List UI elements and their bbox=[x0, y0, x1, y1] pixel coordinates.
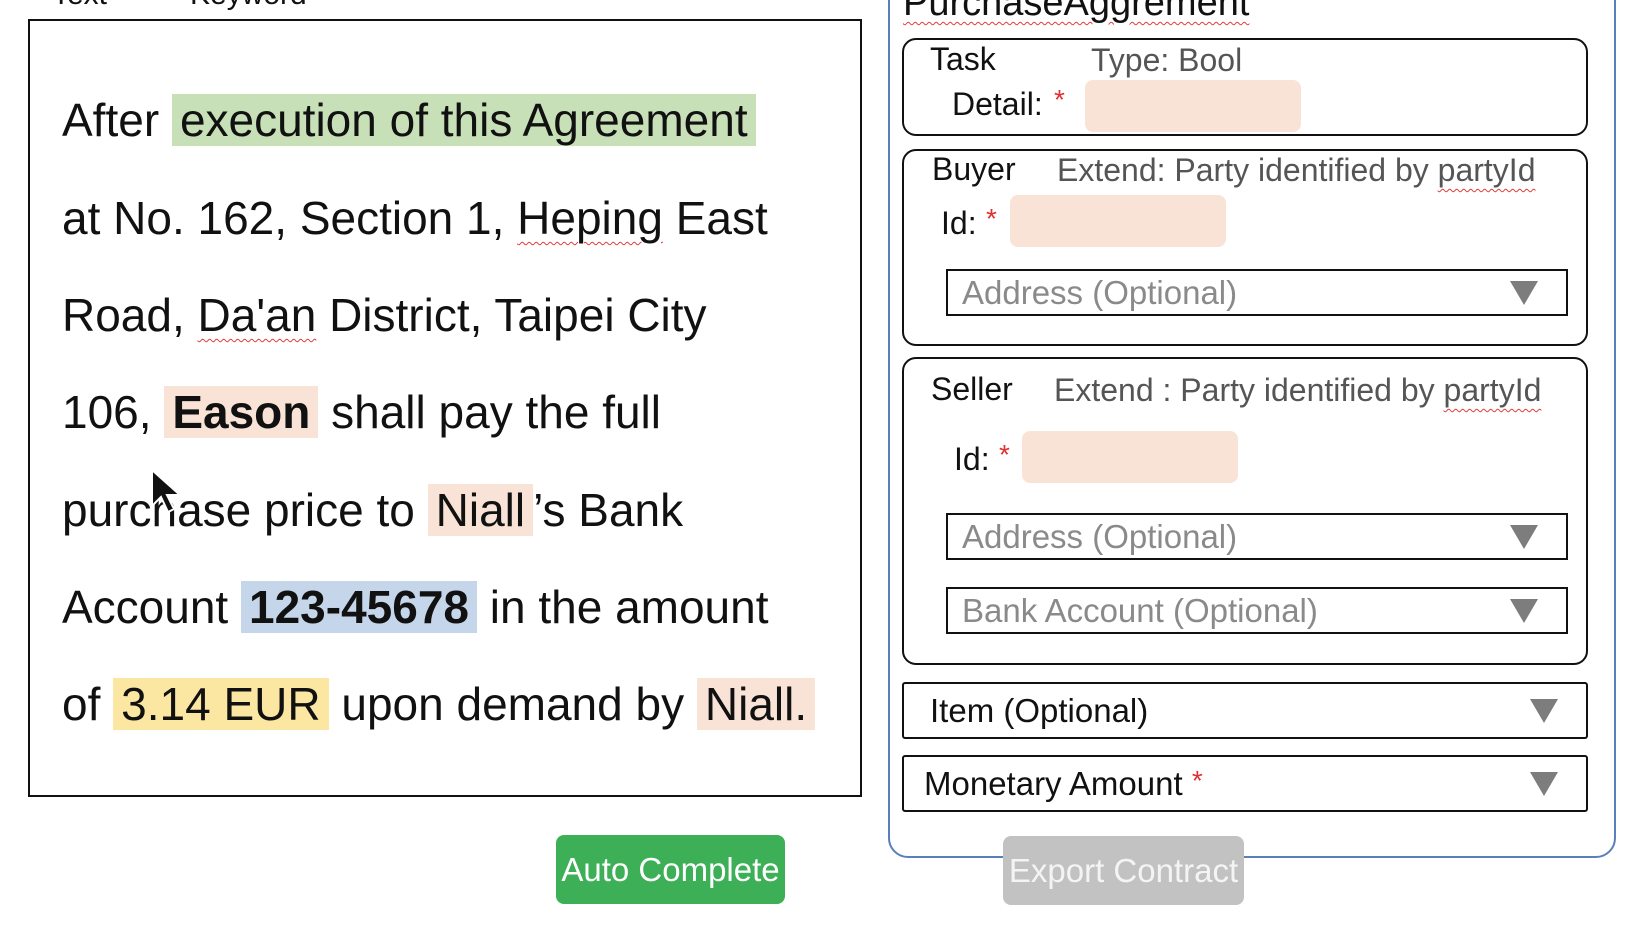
highlight-seller-2[interactable]: Niall. bbox=[696, 678, 816, 730]
required-marker: * bbox=[1191, 764, 1203, 796]
text-line-7: of 3.14 EUR upon demand by Niall. bbox=[62, 677, 816, 731]
buyer-id-label: Id: bbox=[941, 205, 977, 241]
chevron-down-icon bbox=[1510, 280, 1538, 305]
extend-keyword: partyId bbox=[1443, 372, 1542, 408]
text-segment: After bbox=[62, 94, 172, 146]
text-segment: Road, bbox=[62, 289, 198, 341]
text-segment: in the amount bbox=[476, 581, 769, 633]
monetary-amount-text: Monetary Amount bbox=[924, 764, 1183, 802]
auto-complete-button[interactable]: Auto Complete bbox=[556, 835, 785, 904]
monetary-amount-select[interactable]: Monetary Amount * bbox=[902, 755, 1588, 812]
text-segment: at No. 162, Section 1, bbox=[62, 192, 518, 244]
monetary-amount-label: Monetary Amount * bbox=[924, 765, 1203, 803]
keyword-column-label: Keyword bbox=[190, 0, 307, 12]
highlight-bank-account[interactable]: 123-45678 bbox=[241, 581, 477, 633]
buyer-label: Buyer bbox=[932, 151, 1016, 187]
mouse-cursor-icon bbox=[151, 468, 183, 514]
text-line-6: Account 123-45678 in the amount bbox=[62, 580, 769, 634]
required-marker: * bbox=[1054, 84, 1065, 115]
seller-bank-placeholder: Bank Account (Optional) bbox=[962, 591, 1318, 629]
seller-address-select[interactable]: Address (Optional) bbox=[946, 513, 1568, 560]
seller-label: Seller bbox=[931, 371, 1013, 407]
task-type-label: Type: Bool bbox=[1091, 42, 1243, 78]
seller-id-input[interactable] bbox=[1022, 431, 1238, 483]
highlight-task-detail[interactable]: execution of this Agreement bbox=[171, 94, 756, 146]
chevron-down-icon bbox=[1510, 598, 1538, 623]
seller-address-placeholder: Address (Optional) bbox=[962, 517, 1238, 555]
buyer-address-placeholder: Address (Optional) bbox=[962, 273, 1238, 311]
text-segment: ’s Bank bbox=[533, 484, 684, 536]
highlight-buyer[interactable]: Eason bbox=[164, 386, 319, 438]
item-select[interactable]: Item (Optional) bbox=[902, 682, 1588, 739]
text-segment: shall pay the full bbox=[318, 386, 662, 438]
text-segment: of bbox=[62, 678, 114, 730]
chevron-down-icon bbox=[1510, 524, 1538, 549]
detail-label: Detail: bbox=[952, 86, 1043, 122]
misspelled-word: Da'an bbox=[197, 289, 317, 341]
text-segment: District, Taipei City bbox=[316, 289, 707, 341]
task-label: Task bbox=[930, 41, 996, 77]
text-segment: 106, bbox=[62, 386, 165, 438]
item-label: Item (Optional) bbox=[930, 691, 1149, 729]
highlight-monetary-amount[interactable]: 3.14 EUR bbox=[113, 678, 329, 730]
extend-text: Extend : Party identified by bbox=[1054, 372, 1444, 408]
seller-extend-label: Extend : Party identified by partyId bbox=[1054, 372, 1541, 409]
contract-text-panel[interactable]: After execution of this Agreement at No.… bbox=[28, 19, 862, 797]
seller-bank-account-select[interactable]: Bank Account (Optional) bbox=[946, 587, 1568, 634]
chevron-down-icon bbox=[1530, 698, 1558, 723]
text-segment: upon demand by bbox=[328, 678, 697, 730]
form-title: PurchaseAggrement bbox=[903, 0, 1250, 24]
export-contract-button[interactable]: Export Contract bbox=[1003, 836, 1244, 905]
text-segment: East bbox=[662, 192, 768, 244]
misspelled-word: Heping bbox=[517, 192, 663, 244]
text-segment: purchase price to bbox=[62, 484, 428, 536]
chevron-down-icon bbox=[1530, 771, 1558, 796]
buyer-extend-label: Extend: Party identified by partyId bbox=[1057, 152, 1535, 189]
highlight-seller[interactable]: Niall bbox=[427, 484, 534, 536]
text-column-label: Text bbox=[52, 0, 107, 12]
text-segment: Account bbox=[62, 581, 241, 633]
task-detail-input[interactable] bbox=[1085, 80, 1301, 132]
required-marker: * bbox=[999, 439, 1010, 470]
extend-text: Extend: Party identified by bbox=[1057, 152, 1438, 188]
extend-keyword: partyId bbox=[1437, 152, 1536, 188]
text-line-3: Road, Da'an District, Taipei City bbox=[62, 288, 707, 342]
seller-id-label: Id: bbox=[954, 441, 990, 477]
text-line-2: at No. 162, Section 1, Heping East bbox=[62, 191, 768, 245]
buyer-address-select[interactable]: Address (Optional) bbox=[946, 269, 1568, 316]
text-line-4: 106, Eason shall pay the full bbox=[62, 385, 661, 439]
text-line-1: After execution of this Agreement bbox=[62, 93, 756, 147]
buyer-id-input[interactable] bbox=[1010, 195, 1226, 247]
required-marker: * bbox=[986, 203, 997, 234]
